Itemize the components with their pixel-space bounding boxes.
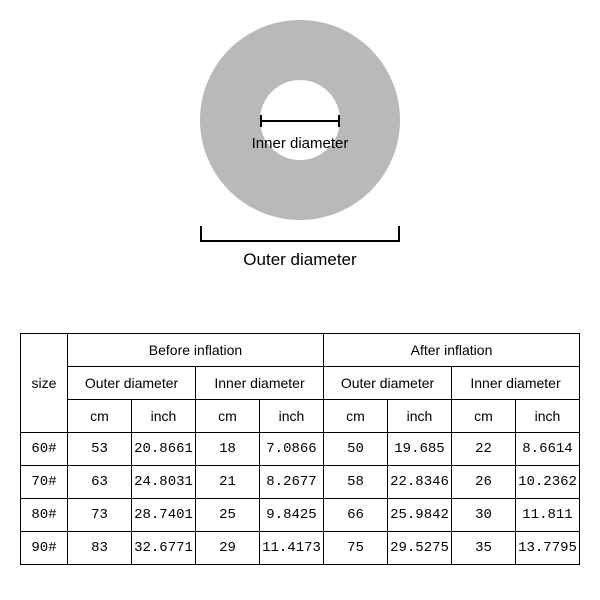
cell-a_out_cm: 75	[324, 532, 388, 565]
cell-size: 70#	[21, 466, 68, 499]
cell-b_in_in: 8.2677	[260, 466, 324, 499]
cell-a_out_cm: 66	[324, 499, 388, 532]
ring-diagram: Inner diameter Outer diameter	[0, 20, 600, 270]
cell-b_in_cm: 25	[196, 499, 260, 532]
inner-diameter-marker	[260, 115, 340, 127]
cell-b_in_in: 9.8425	[260, 499, 324, 532]
cell-b_out_in: 28.7401	[132, 499, 196, 532]
cell-b_in_cm: 21	[196, 466, 260, 499]
header-before: Before inflation	[68, 334, 324, 367]
cell-a_out_in: 29.5275	[388, 532, 452, 565]
header-size: size	[21, 334, 68, 433]
outer-diameter-marker	[200, 226, 400, 242]
unit-inch: inch	[132, 400, 196, 433]
cell-size: 60#	[21, 433, 68, 466]
cell-a_in_cm: 35	[452, 532, 516, 565]
cell-b_out_cm: 73	[68, 499, 132, 532]
unit-inch: inch	[516, 400, 580, 433]
header-before-outer: Outer diameter	[68, 367, 196, 400]
cell-a_in_in: 8.6614	[516, 433, 580, 466]
size-table: size Before inflation After inflation Ou…	[20, 333, 580, 565]
cell-b_out_cm: 53	[68, 433, 132, 466]
table-row: 60#5320.8661187.08665019.685228.6614	[21, 433, 580, 466]
cell-a_out_in: 19.685	[388, 433, 452, 466]
cell-b_out_cm: 63	[68, 466, 132, 499]
ring-shape: Inner diameter	[200, 20, 400, 220]
cell-b_out_in: 32.6771	[132, 532, 196, 565]
cell-b_out_in: 24.8031	[132, 466, 196, 499]
inner-diameter-label: Inner diameter	[200, 135, 400, 152]
unit-inch: inch	[388, 400, 452, 433]
header-after-inner: Inner diameter	[452, 367, 580, 400]
cell-a_out_cm: 58	[324, 466, 388, 499]
cell-b_out_in: 20.8661	[132, 433, 196, 466]
cell-a_out_cm: 50	[324, 433, 388, 466]
header-before-inner: Inner diameter	[196, 367, 324, 400]
cell-a_out_in: 22.8346	[388, 466, 452, 499]
unit-cm: cm	[452, 400, 516, 433]
cell-a_out_in: 25.9842	[388, 499, 452, 532]
cell-a_in_in: 10.2362	[516, 466, 580, 499]
cell-b_in_in: 11.4173	[260, 532, 324, 565]
table-row: 70#6324.8031218.26775822.83462610.2362	[21, 466, 580, 499]
cell-b_in_cm: 29	[196, 532, 260, 565]
cell-a_in_cm: 26	[452, 466, 516, 499]
cell-a_in_cm: 22	[452, 433, 516, 466]
unit-inch: inch	[260, 400, 324, 433]
unit-cm: cm	[324, 400, 388, 433]
cell-size: 90#	[21, 532, 68, 565]
outer-diameter-label: Outer diameter	[243, 250, 356, 270]
unit-cm: cm	[196, 400, 260, 433]
cell-a_in_in: 11.811	[516, 499, 580, 532]
cell-b_out_cm: 83	[68, 532, 132, 565]
unit-cm: cm	[68, 400, 132, 433]
cell-b_in_cm: 18	[196, 433, 260, 466]
table-row: 80#7328.7401259.84256625.98423011.811	[21, 499, 580, 532]
cell-size: 80#	[21, 499, 68, 532]
cell-a_in_in: 13.7795	[516, 532, 580, 565]
cell-b_in_in: 7.0866	[260, 433, 324, 466]
header-after-outer: Outer diameter	[324, 367, 452, 400]
header-after: After inflation	[324, 334, 580, 367]
table-row: 90#8332.67712911.41737529.52753513.7795	[21, 532, 580, 565]
cell-a_in_cm: 30	[452, 499, 516, 532]
